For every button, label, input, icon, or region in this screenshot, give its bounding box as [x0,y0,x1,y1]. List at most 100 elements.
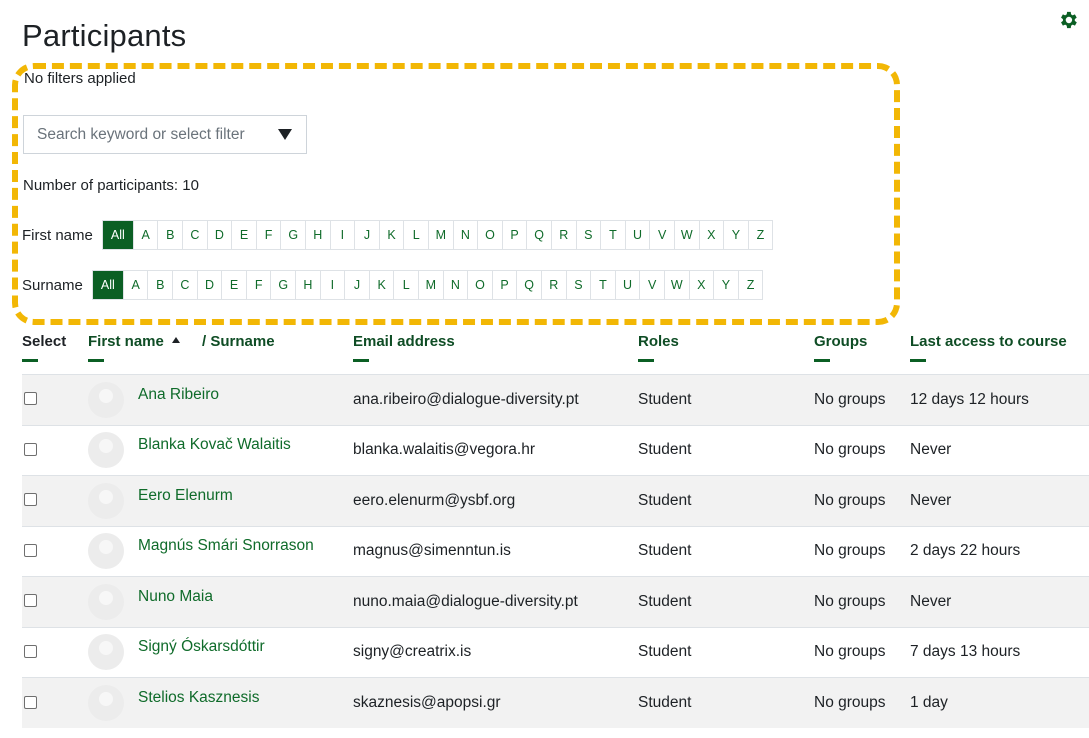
collapse-name-icon[interactable] [88,359,104,362]
first-initial-all[interactable]: All [102,221,133,249]
surname-initial-b[interactable]: B [147,271,172,299]
first-initial-g[interactable]: G [280,221,305,249]
surname-initial-r[interactable]: R [540,271,566,299]
surname-initial-z[interactable]: Z [737,271,763,299]
sort-last-access-link[interactable]: Last access to course [910,333,1067,350]
collapse-last-access-icon[interactable] [910,359,926,362]
first-initial-a[interactable]: A [132,221,158,249]
role-cell: Student [638,626,814,678]
first-initial-m[interactable]: M [427,221,453,249]
last-access-cell: Never [910,424,1089,476]
surname-initial-j[interactable]: J [344,271,369,299]
first-initial-s[interactable]: S [575,221,601,249]
surname-initial-a[interactable]: A [122,271,148,299]
row-select-checkbox[interactable] [24,594,37,608]
surname-initial-i[interactable]: I [319,271,345,299]
sort-first-name-link[interactable]: First name [88,333,164,350]
first-initial-h[interactable]: H [305,221,330,249]
participant-name-link[interactable]: Magnús Smári Snorrason [138,537,314,555]
surname-initial-g[interactable]: G [270,271,295,299]
first-initial-e[interactable]: E [231,221,256,249]
first-initial-o[interactable]: O [477,221,502,249]
first-initial-v[interactable]: V [649,221,674,249]
first-initial-y[interactable]: Y [723,221,748,249]
column-header-groups: Groups [814,323,910,375]
first-initial-x[interactable]: X [698,221,724,249]
avatar [88,482,124,519]
avatar [88,583,124,620]
surname-initial-e[interactable]: E [221,271,246,299]
first-initial-w[interactable]: W [673,221,699,249]
name-cell: Ana Ribeiro [88,374,353,425]
surname-initial-u[interactable]: U [614,271,640,299]
surname-initial-h[interactable]: H [295,271,320,299]
row-select-checkbox[interactable] [24,695,37,709]
first-initial-p[interactable]: P [501,221,527,249]
surname-initial-c[interactable]: C [172,271,197,299]
participant-name-link[interactable]: Signý Óskarsdóttir [138,638,265,656]
first-initial-l[interactable]: L [403,221,428,249]
surname-initial-o[interactable]: O [467,271,492,299]
surname-initial-w[interactable]: W [663,271,689,299]
surname-initial-t[interactable]: T [590,271,615,299]
surname-initial-x[interactable]: X [688,271,714,299]
collapse-email-icon[interactable] [353,359,369,362]
groups-cell: No groups [814,374,910,425]
surname-initial-p[interactable]: P [491,271,517,299]
first-initial-j[interactable]: J [354,221,379,249]
first-initial-f[interactable]: F [255,221,281,249]
surname-initial-f[interactable]: F [245,271,271,299]
first-initial-d[interactable]: D [206,221,232,249]
participant-name-link[interactable]: Ana Ribeiro [138,386,219,404]
surname-initial-k[interactable]: K [368,271,394,299]
participant-name-link[interactable]: Nuno Maia [138,588,213,606]
participant-name-link[interactable]: Stelios Kasznesis [138,689,259,707]
first-initial-t[interactable]: T [600,221,625,249]
email-cell: skaznesis@apopsi.gr [353,677,638,728]
filters-status: No filters applied [24,70,136,87]
email-cell: ana.ribeiro@dialogue-diversity.pt [353,374,638,425]
table-row: Stelios Kasznesis skaznesis@apopsi.gr Stud… [22,677,1089,728]
avatar [88,685,124,721]
first-initial-u[interactable]: U [624,221,650,249]
surname-initial-all[interactable]: All [92,271,123,299]
surname-initial-q[interactable]: Q [516,271,541,299]
collapse-groups-icon[interactable] [814,359,830,362]
participant-name-link[interactable]: Blanka Kovač Walaitis [138,436,291,454]
surname-initial-l[interactable]: L [393,271,418,299]
column-header-last-access: Last access to course [910,323,1089,375]
first-initial-b[interactable]: B [157,221,182,249]
first-initial-i[interactable]: I [329,221,355,249]
first-initial-r[interactable]: R [550,221,576,249]
name-cell: Eero Elenurm [88,475,353,526]
first-name-initials: First name All A B C D E F G H I J K L M N O P Q R S T U V W X Y Z [22,220,774,250]
row-select-checkbox[interactable] [24,493,37,507]
surname-initial-n[interactable]: N [442,271,468,299]
surname-initial-v[interactable]: V [639,271,664,299]
first-name-initials-bar: All A B C D E F G H I J K L M N O P Q R S T U V W X Y Z [101,220,774,250]
gear-icon[interactable] [1057,9,1079,31]
surname-initial-m[interactable]: M [418,271,443,299]
row-select-checkbox[interactable] [24,543,37,557]
first-initial-k[interactable]: K [378,221,404,249]
name-cell: Stelios Kasznesis [88,677,353,728]
first-initial-q[interactable]: Q [526,221,551,249]
sort-email-link[interactable]: Email address [353,333,455,350]
first-initial-z[interactable]: Z [747,221,773,249]
last-access-cell: Never [910,576,1089,627]
sort-surname-link[interactable]: / Surname [202,333,275,350]
collapse-roles-icon[interactable] [638,359,654,362]
collapse-select-icon[interactable] [22,359,38,362]
last-access-cell: 1 day [910,677,1089,728]
surname-initial-y[interactable]: Y [713,271,738,299]
row-select-checkbox[interactable] [24,442,37,456]
participant-name-link[interactable]: Eero Elenurm [138,487,233,505]
row-select-checkbox[interactable] [24,644,37,658]
filter-search-select[interactable]: Search keyword or select filter [23,115,307,154]
row-select-checkbox[interactable] [24,392,37,406]
first-initial-n[interactable]: N [452,221,478,249]
role-cell: Student [638,525,814,577]
surname-initial-s[interactable]: S [565,271,591,299]
first-initial-c[interactable]: C [182,221,207,249]
surname-initial-d[interactable]: D [196,271,222,299]
